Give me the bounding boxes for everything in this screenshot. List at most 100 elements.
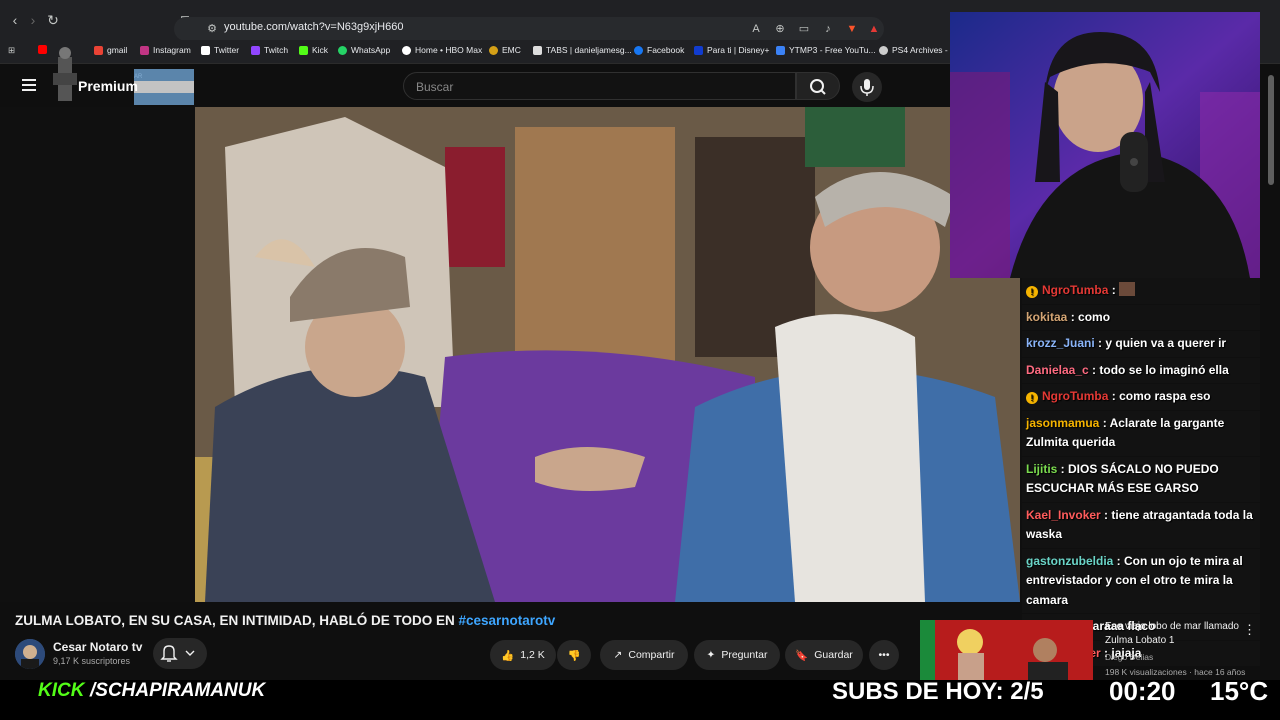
chat-username[interactable]: krozz_Juani [1026, 336, 1095, 350]
avatar-image [15, 639, 45, 669]
streamer-figure-logo [53, 47, 77, 101]
video-letterbox-left [0, 107, 195, 602]
bookmark-disney[interactable]: Para ti | Disney+ [694, 45, 769, 55]
search-icon [810, 79, 826, 95]
ask-button[interactable]: ✦ Preguntar [694, 640, 780, 670]
more-vertical-icon[interactable]: ⋮ [1243, 622, 1256, 638]
recommended-video-channel[interactable]: Diego Delias [1105, 652, 1153, 662]
brave-icon[interactable]: ▼ [844, 21, 860, 37]
whatsapp-icon [338, 45, 347, 55]
more-actions-button[interactable]: ••• [869, 640, 899, 670]
bookmark-kick[interactable]: Kick [299, 45, 328, 55]
dislike-button[interactable]: 👎 [557, 640, 591, 670]
recommended-video-title[interactable]: Ese viejo lobo de mar llamado Zulma Loba… [1105, 620, 1255, 648]
bookmark-whatsapp[interactable]: WhatsApp [338, 45, 390, 55]
bookmark-tabs[interactable]: TABS | danieljamesg... [533, 45, 632, 55]
bookmark-facebook[interactable]: Facebook [634, 45, 684, 55]
chat-username[interactable]: NgroTumba [1042, 389, 1108, 403]
youtube-bookmark-icon[interactable] [38, 45, 47, 54]
bookmark-ytmp3[interactable]: YTMP3 - Free YouTu... [776, 45, 876, 55]
alert-badge-icon: ! [1026, 392, 1038, 404]
hbo-icon [402, 45, 411, 55]
more-horizontal-icon: ••• [878, 649, 890, 661]
video-player[interactable] [195, 107, 1020, 602]
notifications-button[interactable] [153, 638, 207, 669]
bookmark-gmail[interactable]: gmail [94, 45, 127, 55]
chat-message: ! NgroTumba : [1022, 278, 1260, 304]
youtube-header: Premium AR Buscar [0, 47, 950, 107]
address-url[interactable]: youtube.com/watch?v=N63g9xjH660 [224, 21, 403, 33]
chat-message: Kael_Invoker : tiene atragantada toda la… [1022, 502, 1260, 548]
share-icon: ↗ [613, 649, 623, 661]
chat-message: Lijitis : DIOS SÁCALO NO PUEDO ESCUCHAR … [1022, 456, 1260, 502]
thumbs-down-icon: 👎 [567, 649, 581, 662]
alert-badge-icon: ! [1026, 286, 1038, 298]
channel-avatar[interactable] [15, 639, 45, 669]
chat-message: krozz_Juani : y quien va a querer ir [1022, 331, 1260, 357]
gmail-icon [94, 45, 103, 55]
disney-icon [694, 45, 703, 55]
chat-username[interactable]: Lijitis [1026, 462, 1057, 476]
bookmark-save-icon: 🔖 [795, 649, 809, 662]
apps-icon[interactable]: ⊞ [8, 45, 15, 56]
youtube-premium-logo[interactable]: Premium [78, 78, 138, 94]
chat-message: ! NgroTumba : como raspa eso [1022, 384, 1260, 410]
bookmark-hbo[interactable]: Home • HBO Max [402, 45, 482, 55]
ps4-icon [879, 45, 888, 55]
site-info-icon[interactable]: ⚙ [204, 21, 220, 37]
chat-text: como raspa eso [1119, 389, 1211, 403]
kick-logo: KICK [38, 680, 85, 701]
back-icon[interactable]: ‹ [6, 11, 24, 29]
chat-message: gastonzubeldia : Con un ojo te mira al e… [1022, 548, 1260, 613]
chat-emote-icon [1119, 282, 1136, 296]
chat-separator: : [1067, 309, 1079, 324]
forward-icon[interactable]: › [24, 11, 42, 29]
tabs-icon [533, 45, 542, 55]
stream-chat: ! NgroTumba : kokitaa : como krozz_Juani :… [1022, 278, 1260, 667]
translate-icon[interactable]: A [748, 21, 764, 37]
bookmark-instagram[interactable]: Instagram [140, 45, 191, 55]
facebook-icon [634, 45, 643, 55]
chat-separator: : [1108, 283, 1120, 297]
share-button[interactable]: ↗ Compartir [600, 640, 688, 670]
chat-username[interactable]: NgroTumba [1042, 283, 1108, 297]
reload-icon[interactable]: ↻ [44, 11, 62, 29]
webcam-image [950, 12, 1260, 278]
twitch-icon [251, 45, 260, 55]
music-icon[interactable]: ♪ [820, 21, 836, 37]
chat-separator: : [1094, 336, 1106, 350]
bookmark-twitter[interactable]: Twitter [201, 45, 239, 55]
search-button[interactable] [796, 72, 840, 100]
chat-username[interactable]: Kael_Invoker [1026, 508, 1101, 522]
bookmark-emc[interactable]: EMC [489, 45, 521, 55]
menu-icon[interactable] [22, 79, 36, 91]
save-button[interactable]: 🔖 Guardar [785, 640, 863, 670]
voice-search-button[interactable] [852, 72, 882, 102]
microphone-icon [860, 79, 874, 96]
address-bar[interactable]: ⚙ youtube.com/watch?v=N63g9xjH660 A ⊕ ▭ … [174, 17, 884, 41]
like-button[interactable]: 👍 1,2 K [490, 640, 556, 670]
bookmark-twitch[interactable]: Twitch [251, 45, 288, 55]
kick-icon [299, 45, 308, 55]
kick-channel-handle: /SCHAPIRAMANUK [90, 680, 266, 701]
channel-name[interactable]: Cesar Notaro tv [53, 640, 142, 654]
zoom-icon[interactable]: ⊕ [772, 21, 788, 37]
channel-subscribers: 9,17 K suscriptores [53, 656, 131, 666]
chat-username[interactable]: jasonmamua [1026, 416, 1099, 430]
rewards-icon[interactable]: ▲ [866, 21, 882, 37]
chat-message: kokitaa : como [1022, 304, 1260, 330]
chat-username[interactable]: Danielaa_c [1026, 363, 1089, 377]
cast-icon[interactable]: ▭ [796, 21, 812, 37]
chat-text: como [1078, 309, 1111, 324]
search-input[interactable]: Buscar [403, 72, 796, 100]
chat-separator: : [1113, 553, 1125, 568]
bookmark-ps4[interactable]: PS4 Archives - D [879, 45, 956, 55]
hashtag-link[interactable]: #cesarnotarotv [459, 613, 556, 628]
chat-text: y quien va a querer ir [1105, 336, 1227, 350]
stream-temperature: 15°C [1210, 676, 1269, 706]
chat-username[interactable]: kokitaa [1026, 310, 1067, 324]
page-scrollbar[interactable] [1268, 75, 1274, 185]
thumbs-up-icon: 👍 [501, 649, 515, 662]
chat-separator: : [1057, 461, 1069, 476]
chat-username[interactable]: gastonzubeldia [1026, 554, 1113, 568]
